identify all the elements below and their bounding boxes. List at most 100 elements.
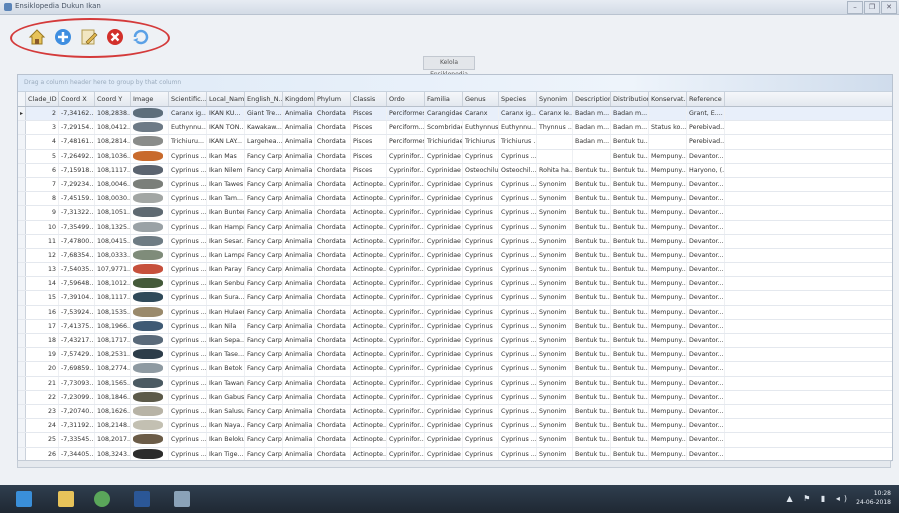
table-cell[interactable]: Ikan Tam... [207,192,245,206]
row-indicator[interactable] [18,376,26,390]
table-cell[interactable]: Cyprinus [463,263,499,277]
table-cell[interactable]: Perciformes [387,135,425,149]
table-cell[interactable]: -7,47800... [59,234,95,248]
table-cell[interactable]: 108,1535... [95,305,131,319]
table-cell[interactable]: Fancy Carp [245,248,283,263]
row-indicator[interactable] [18,206,26,220]
table-cell[interactable]: Cyprinifor... [387,234,425,248]
table-cell[interactable]: Fancy Carp [245,404,283,419]
table-cell[interactable]: 17 [26,319,59,333]
table-cell[interactable]: Animalia [283,305,315,319]
table-cell[interactable]: Cyprinus ... [499,248,537,263]
table-cell[interactable]: Actinopte... [351,433,387,447]
table-cell[interactable]: Actinopte... [351,291,387,305]
table-cell[interactable]: Synonim [537,291,573,305]
table-cell[interactable]: Perciform... [387,121,425,135]
table-cell[interactable]: Cyprinifor... [387,163,425,177]
table-cell[interactable]: Bentuk tu... [611,192,649,206]
table-cell[interactable]: Chordata [315,319,351,333]
table-cell[interactable]: Cyprinus ... [499,277,537,291]
table-cell[interactable]: Chordata [315,404,351,419]
table-cell[interactable]: -7,53924... [59,305,95,319]
table-cell[interactable]: Cyprinus [463,291,499,305]
table-cell[interactable]: Devantor... [687,277,725,291]
table-cell[interactable]: Ikan Bunter [207,206,245,220]
table-cell[interactable]: Chordata [315,135,351,149]
table-cell[interactable]: Chordata [315,121,351,135]
table-row[interactable]: 5 -7,26492... 108,1036... Cyprinus ... Ikan … [18,149,892,164]
table-row[interactable]: 4 -7,48161... 108,2814... Trichiuru... IKAN … [18,135,892,150]
table-row[interactable]: 24 -7,31192... 108,2148... Cyprinus ... Ikan… [18,419,892,434]
table-cell[interactable]: Euthynnu... [499,121,537,135]
table-cell[interactable]: 2 [26,107,59,121]
table-cell[interactable]: Cyprinidae [425,206,463,220]
table-cell[interactable]: Bentuk tu... [611,319,649,333]
table-cell[interactable]: -7,35499... [59,220,95,234]
table-row[interactable]: 9 -7,31322... 108,1051... Cyprinus ... Ikan … [18,206,892,221]
table-cell[interactable]: Animalia [283,149,315,163]
row-indicator[interactable] [18,419,26,433]
taskbar-app-button[interactable] [86,488,118,510]
table-row[interactable]: 21 -7,73093... 108,1565... Cyprinus ... Ikan… [18,376,892,391]
table-cell[interactable]: Chordata [315,447,351,461]
table-cell[interactable]: Bentuk tu... [573,263,611,277]
table-cell[interactable]: Cyprinifor... [387,263,425,277]
table-cell[interactable]: Actinopte... [351,206,387,220]
table-cell[interactable]: Cyprinus ... [169,404,207,419]
table-cell[interactable]: Cyprinus [463,248,499,263]
table-cell[interactable]: -7,45159... [59,192,95,206]
table-cell[interactable]: Cyprinifor... [387,404,425,419]
table-cell[interactable] [649,107,687,121]
table-cell[interactable]: Bentuk tu... [611,234,649,248]
table-cell[interactable]: 3 [26,121,59,135]
table-cell[interactable]: Synonim [537,206,573,220]
table-cell[interactable]: Mempuny... [649,234,687,248]
table-cell[interactable]: Animalia [283,404,315,419]
table-cell[interactable]: Ikan Naya... [207,419,245,433]
table-cell[interactable]: Cyprinus [463,220,499,234]
table-cell[interactable]: 5 [26,149,59,163]
table-cell[interactable]: Cyprinus [463,234,499,248]
table-cell[interactable]: Cyprinus [463,376,499,390]
table-cell[interactable]: 9 [26,206,59,220]
table-cell[interactable]: Cyprinidae [425,305,463,319]
column-header[interactable]: Distribution [611,92,649,106]
table-cell[interactable]: Synonim [537,433,573,447]
row-indicator[interactable] [18,390,26,404]
table-cell[interactable]: 14 [26,277,59,291]
table-cell[interactable]: Osteochilus [463,163,499,177]
table-cell[interactable]: Ikan Tawes [207,177,245,192]
table-cell[interactable]: Synonim [537,220,573,234]
table-cell[interactable]: Cyprinus ... [169,277,207,291]
table-cell[interactable]: -7,29234... [59,177,95,192]
table-cell[interactable]: Actinopte... [351,419,387,433]
table-cell[interactable]: Animalia [283,390,315,404]
table-cell[interactable]: Devantor... [687,447,725,461]
table-cell[interactable]: -7,43217... [59,334,95,348]
row-indicator[interactable] [18,334,26,348]
fish-thumbnail-cell[interactable] [131,192,169,206]
table-cell[interactable]: Bentuk tu... [573,376,611,390]
table-cell[interactable]: Devantor... [687,291,725,305]
table-cell[interactable]: Mempuny... [649,433,687,447]
table-cell[interactable]: Bentuk tu... [611,447,649,461]
table-cell[interactable]: Bentuk tu... [573,390,611,404]
table-cell[interactable]: -7,34162... [59,107,95,121]
table-cell[interactable]: Largehea... [245,135,283,149]
table-cell[interactable]: Chordata [315,192,351,206]
table-cell[interactable]: Chordata [315,433,351,447]
table-cell[interactable]: Cyprinifor... [387,362,425,376]
table-cell[interactable]: Animalia [283,291,315,305]
table-cell[interactable]: Synonim [537,177,573,192]
table-cell[interactable]: Ikan Lampam [207,248,245,263]
table-cell[interactable]: Chordata [315,206,351,220]
table-cell[interactable]: Cyprinus ... [169,248,207,263]
table-cell[interactable]: 16 [26,305,59,319]
table-cell[interactable]: Animalia [283,192,315,206]
table-cell[interactable]: Cyprinus ... [499,390,537,404]
fish-thumbnail-cell[interactable] [131,163,169,177]
table-cell[interactable]: Mempuny... [649,419,687,433]
row-indicator[interactable] [18,234,26,248]
table-cell[interactable]: 108,2838... [95,107,131,121]
table-cell[interactable]: Cyprinidae [425,319,463,333]
